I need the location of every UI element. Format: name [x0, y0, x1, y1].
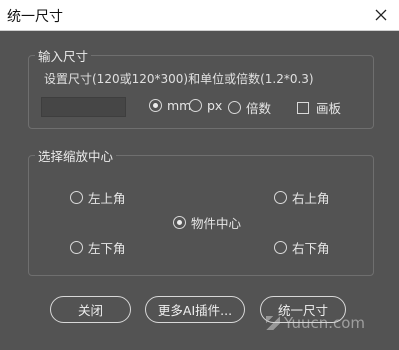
- size-hint: 设置尺寸(120或120*300)和单位或倍数(1.2*0.3): [44, 72, 314, 86]
- title-bar: 统一尺寸: [0, 0, 399, 31]
- unit-multiplier-label: 倍数: [246, 101, 272, 116]
- close-window-button[interactable]: [371, 5, 391, 25]
- scale-center-legend: 选择缩放中心: [38, 149, 114, 164]
- radio-icon: [274, 191, 287, 204]
- checkbox-icon: [297, 101, 309, 114]
- window-title: 统一尺寸: [7, 9, 63, 25]
- radio-icon: [274, 241, 287, 254]
- radio-checked-icon: [149, 99, 162, 112]
- radio-icon: [70, 241, 83, 254]
- artboard-checkbox[interactable]: 画板: [297, 98, 341, 117]
- unit-multiplier-radio[interactable]: 倍数: [228, 98, 271, 117]
- anchor-top-left-radio[interactable]: 左上角: [70, 188, 126, 207]
- size-input[interactable]: [41, 97, 126, 117]
- anchor-top-right-radio[interactable]: 右上角: [274, 188, 330, 207]
- radio-checked-icon: [173, 216, 186, 229]
- close-icon: [375, 9, 387, 21]
- anchor-bottom-left-radio[interactable]: 左下角: [70, 238, 126, 257]
- artboard-label: 画板: [316, 101, 342, 116]
- anchor-center-radio[interactable]: 物件中心: [173, 213, 241, 232]
- watermark: Yuucn.com: [266, 314, 365, 332]
- more-plugins-button[interactable]: 更多AI插件...: [145, 296, 245, 323]
- radio-icon: [189, 99, 202, 112]
- watermark-text: Yuucn.com: [284, 314, 366, 332]
- anchor-top-right-label: 右上角: [292, 191, 330, 206]
- radio-icon: [70, 191, 83, 204]
- unit-px-radio[interactable]: px: [189, 98, 222, 113]
- input-size-legend: 输入尺寸: [38, 49, 89, 64]
- close-button[interactable]: 关闭: [50, 296, 131, 323]
- unit-px-label: px: [207, 98, 223, 113]
- radio-icon: [228, 101, 241, 114]
- anchor-top-left-label: 左上角: [88, 191, 126, 206]
- anchor-bottom-left-label: 左下角: [88, 241, 126, 256]
- anchor-bottom-right-radio[interactable]: 右下角: [274, 238, 330, 257]
- anchor-bottom-right-label: 右下角: [292, 241, 330, 256]
- unit-mm-label: mm: [167, 98, 192, 113]
- unit-mm-radio[interactable]: mm: [149, 98, 191, 113]
- anchor-center-label: 物件中心: [191, 216, 242, 231]
- watermark-logo-icon: [266, 316, 280, 330]
